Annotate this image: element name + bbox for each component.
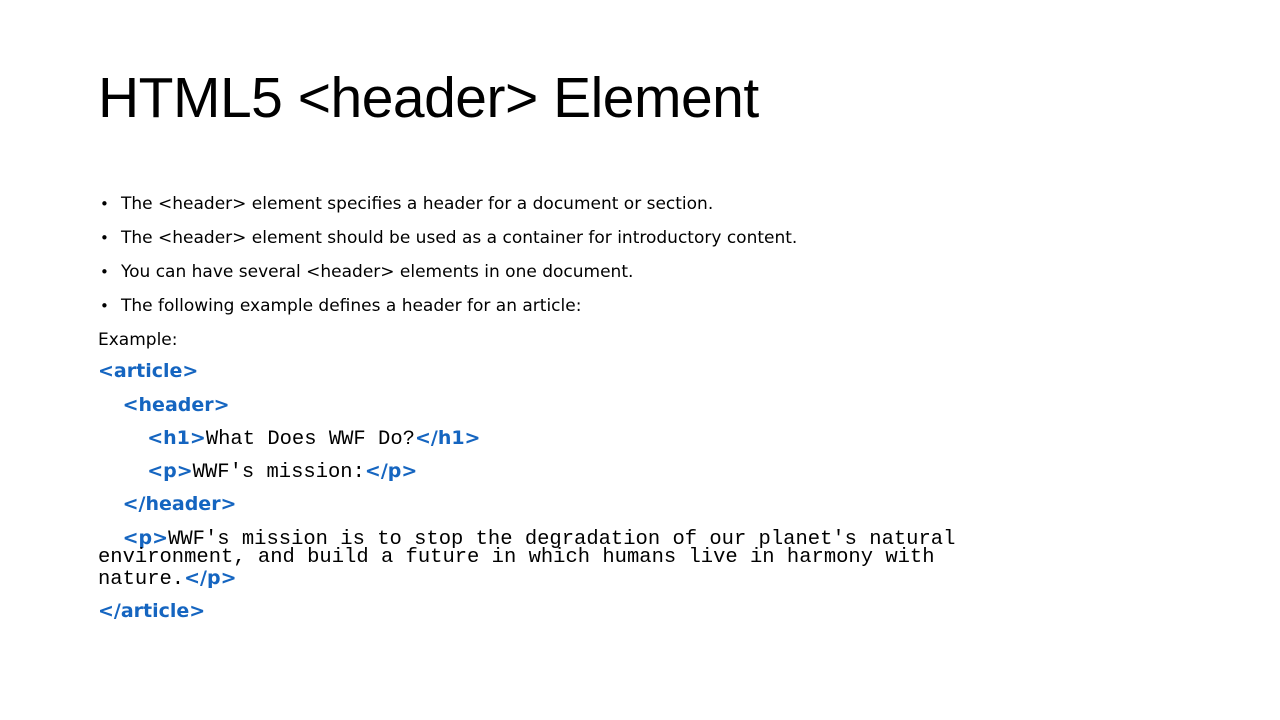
- code-line-p2-end: nature.</p>: [98, 568, 237, 590]
- code-tag: </article>: [98, 600, 206, 622]
- code-tag: </header>: [122, 493, 237, 515]
- example-label: Example:: [98, 330, 178, 350]
- code-line-p2-cont: environment, and build a future in which…: [98, 546, 935, 569]
- slide-title: HTML5 <header> Element: [98, 66, 759, 130]
- bullet-dot-icon: •: [100, 195, 109, 213]
- bullet-item: • The <header> element should be used as …: [98, 227, 797, 261]
- code-line-article-open: <article>: [98, 361, 198, 383]
- code-tag: <article>: [98, 360, 199, 382]
- code-line-header-open: <header>: [98, 395, 230, 417]
- code-tag: </p>: [364, 460, 418, 482]
- code-tag: <h1>: [147, 427, 206, 449]
- code-tag: </p>: [184, 567, 237, 589]
- slide: HTML5 <header> Element • The <header> ele…: [0, 0, 1280, 720]
- code-text: environment, and build a future in which…: [98, 546, 935, 569]
- bullet-text: The <header> element should be used as a…: [121, 228, 798, 248]
- bullet-dot-icon: •: [100, 297, 109, 315]
- code-text: nature.: [98, 568, 185, 591]
- bullet-dot-icon: •: [100, 229, 109, 247]
- code-tag: <p>: [147, 460, 193, 482]
- code-text: What Does WWF Do?: [205, 428, 415, 451]
- bullet-text: The following example defines a header f…: [121, 296, 582, 316]
- bullet-text: The <header> element specifies a header …: [121, 194, 714, 214]
- bullet-list: • The <header> element specifies a header…: [98, 193, 797, 329]
- code-line-p1: <p>WWF's mission:</p>: [98, 461, 417, 483]
- code-text: WWF's mission:: [192, 461, 365, 484]
- code-line-h1: <h1>What Does WWF Do?</h1>: [98, 428, 480, 450]
- bullet-item: • You can have several <header> elements …: [98, 261, 797, 295]
- code-line-article-close: </article>: [98, 601, 205, 623]
- code-tag: </h1>: [414, 427, 481, 449]
- bullet-dot-icon: •: [100, 263, 109, 281]
- bullet-item: • The following example defines a header …: [98, 295, 797, 329]
- code-line-header-close: </header>: [98, 493, 237, 516]
- bullet-text: You can have several <header> elements i…: [121, 262, 634, 282]
- code-tag: <header>: [122, 394, 230, 416]
- bullet-item: • The <header> element specifies a header…: [98, 193, 797, 227]
